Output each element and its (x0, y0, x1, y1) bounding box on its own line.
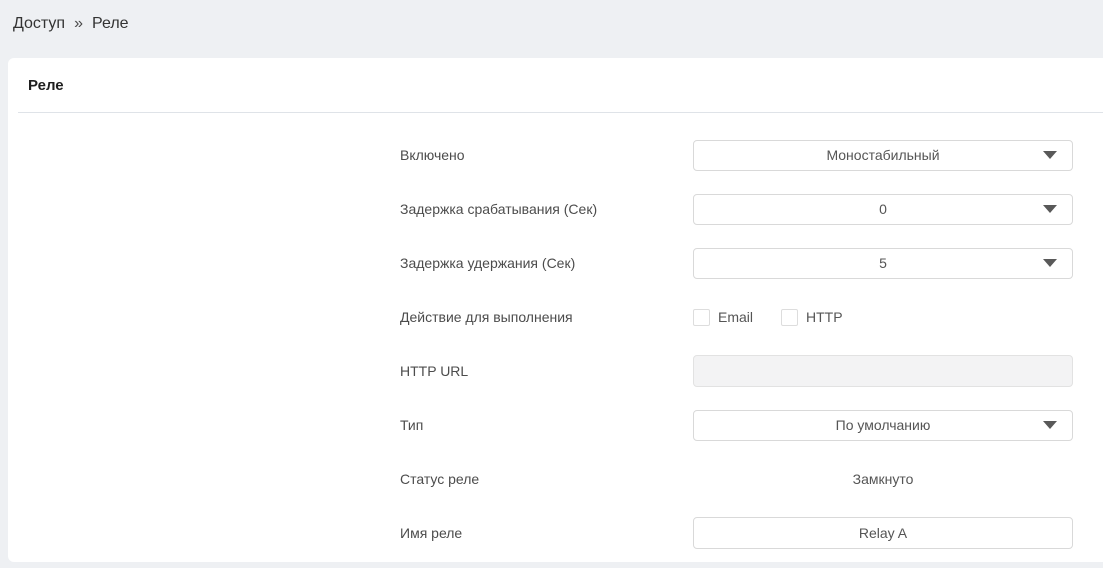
breadcrumb-section[interactable]: Доступ (13, 15, 65, 33)
relay-status-value: Замкнуто (693, 471, 1073, 487)
chevron-down-icon (1043, 259, 1057, 267)
panel-title: Реле (8, 58, 1103, 93)
relay-panel: Реле Включено Моностабильный Задержка ср… (8, 58, 1103, 562)
action-email-option: Email (693, 309, 753, 326)
form-row-action: Действие для выполнения Email HTTP (8, 290, 1103, 344)
action-email-checkbox[interactable] (693, 309, 710, 326)
field-label: Задержка срабатывания (Сек) (400, 201, 693, 217)
hold-delay-select-value: 5 (879, 255, 887, 271)
action-http-option: HTTP (781, 309, 843, 326)
field-label: Задержка удержания (Сек) (400, 255, 693, 271)
field-label: HTTP URL (400, 363, 693, 379)
breadcrumb-current: Реле (92, 15, 129, 33)
field-label: Действие для выполнения (400, 309, 693, 325)
relay-form: Включено Моностабильный Задержка срабаты… (8, 128, 1103, 560)
http-url-input (693, 355, 1073, 387)
field-label: Статус реле (400, 471, 693, 487)
form-row-relay-name: Имя реле (8, 506, 1103, 560)
action-email-label: Email (718, 309, 753, 325)
enabled-select-value: Моностабильный (826, 147, 939, 163)
chevron-down-icon (1043, 151, 1057, 159)
breadcrumb-separator: » (74, 15, 83, 33)
form-row-trigger-delay: Задержка срабатывания (Сек) 0 (8, 182, 1103, 236)
form-row-enabled: Включено Моностабильный (8, 128, 1103, 182)
field-label: Включено (400, 147, 693, 163)
action-http-checkbox[interactable] (781, 309, 798, 326)
action-http-label: HTTP (806, 309, 843, 325)
panel-title-divider (18, 112, 1103, 113)
relay-name-input[interactable] (693, 517, 1073, 549)
form-row-hold-delay: Задержка удержания (Сек) 5 (8, 236, 1103, 290)
field-label: Тип (400, 417, 693, 433)
type-select-value: По умолчанию (836, 417, 931, 433)
field-label: Имя реле (400, 525, 693, 541)
trigger-delay-select-value: 0 (879, 201, 887, 217)
form-row-http-url: HTTP URL (8, 344, 1103, 398)
hold-delay-select[interactable]: 5 (693, 248, 1073, 279)
chevron-down-icon (1043, 205, 1057, 213)
trigger-delay-select[interactable]: 0 (693, 194, 1073, 225)
action-checkbox-group: Email HTTP (693, 309, 1073, 326)
breadcrumb: Доступ » Реле (0, 0, 1103, 57)
form-row-relay-status: Статус реле Замкнуто (8, 452, 1103, 506)
chevron-down-icon (1043, 421, 1057, 429)
type-select[interactable]: По умолчанию (693, 410, 1073, 441)
form-row-type: Тип По умолчанию (8, 398, 1103, 452)
enabled-select[interactable]: Моностабильный (693, 140, 1073, 171)
